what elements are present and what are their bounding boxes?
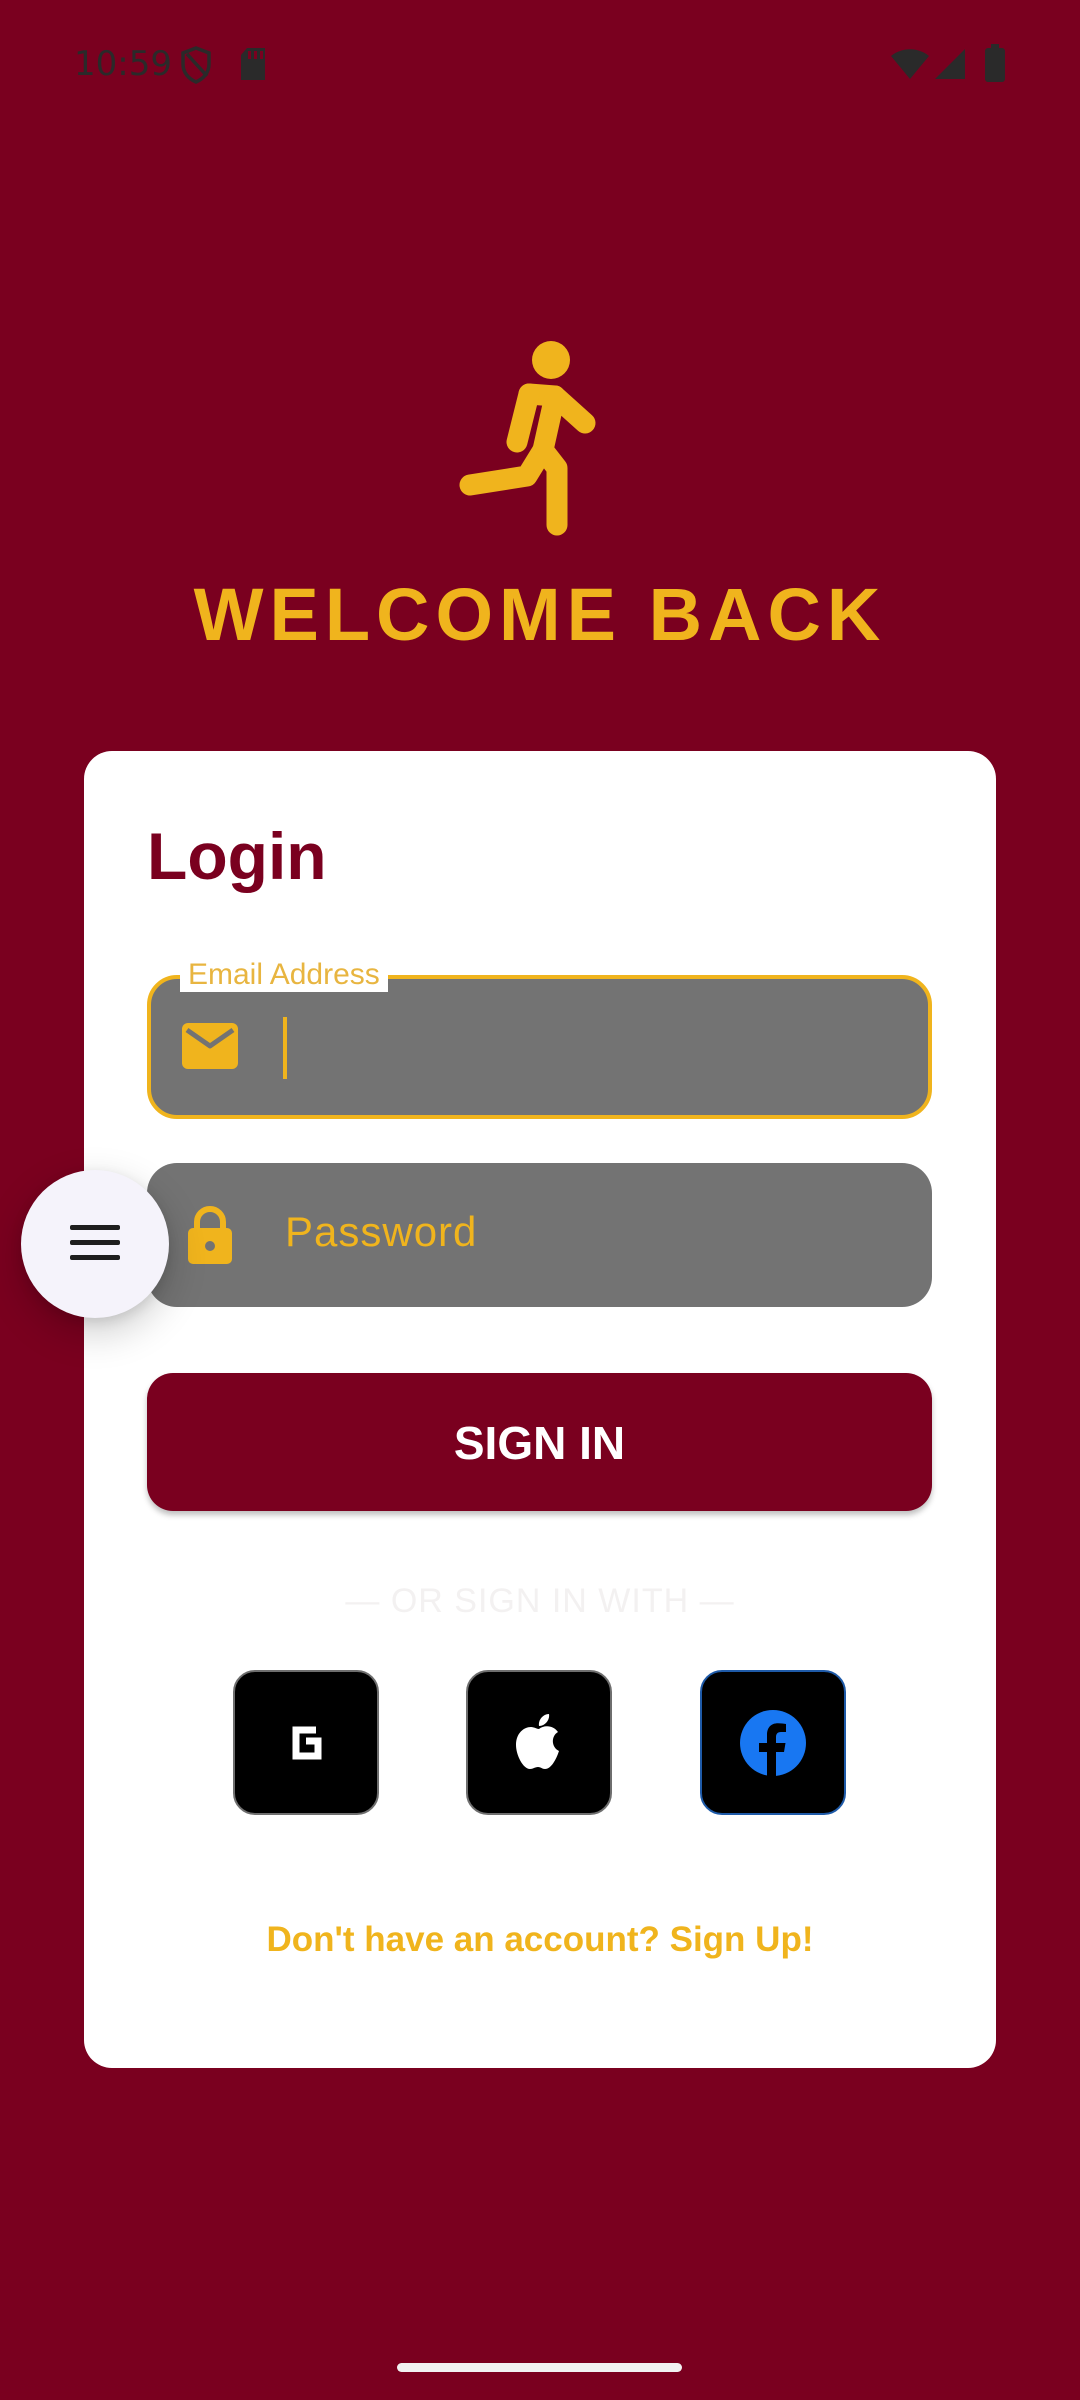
sign-in-button[interactable]: SIGN IN <box>147 1373 932 1511</box>
menu-icon <box>70 1225 120 1260</box>
status-time: 10:59 <box>74 44 172 84</box>
text-cursor <box>283 1017 287 1079</box>
home-indicator[interactable] <box>397 2363 682 2372</box>
apple-sign-in-button[interactable] <box>466 1670 612 1815</box>
divider-text: — OR SIGN IN WITH — <box>345 1582 735 1620</box>
menu-fab[interactable] <box>21 1170 169 1318</box>
shield-icon <box>181 46 211 84</box>
lock-icon <box>188 1206 232 1264</box>
facebook-icon <box>740 1709 806 1776</box>
facebook-sign-in-button[interactable] <box>700 1670 846 1815</box>
sd-card-icon <box>241 48 265 80</box>
battery-icon <box>985 44 1005 82</box>
google-sign-in-button[interactable] <box>233 1670 379 1815</box>
welcome-title: WELCOME BACK <box>193 573 887 656</box>
mail-icon <box>182 1023 238 1069</box>
password-field[interactable] <box>147 1163 932 1307</box>
google-g-icon <box>292 1726 322 1759</box>
running-person-icon <box>459 341 596 536</box>
password-placeholder: Password <box>285 1208 478 1255</box>
sign-up-link[interactable]: Don't have an account? Sign Up! <box>0 1920 1080 1960</box>
email-field-label: Email Address <box>180 958 388 992</box>
apple-icon <box>516 1713 559 1769</box>
signal-icon <box>935 49 965 79</box>
login-title: Login <box>147 819 327 893</box>
sign-in-label: SIGN IN <box>453 1417 626 1469</box>
email-field[interactable] <box>147 975 932 1119</box>
wifi-icon <box>891 49 929 79</box>
status-bar: 10:59 <box>0 0 1080 130</box>
